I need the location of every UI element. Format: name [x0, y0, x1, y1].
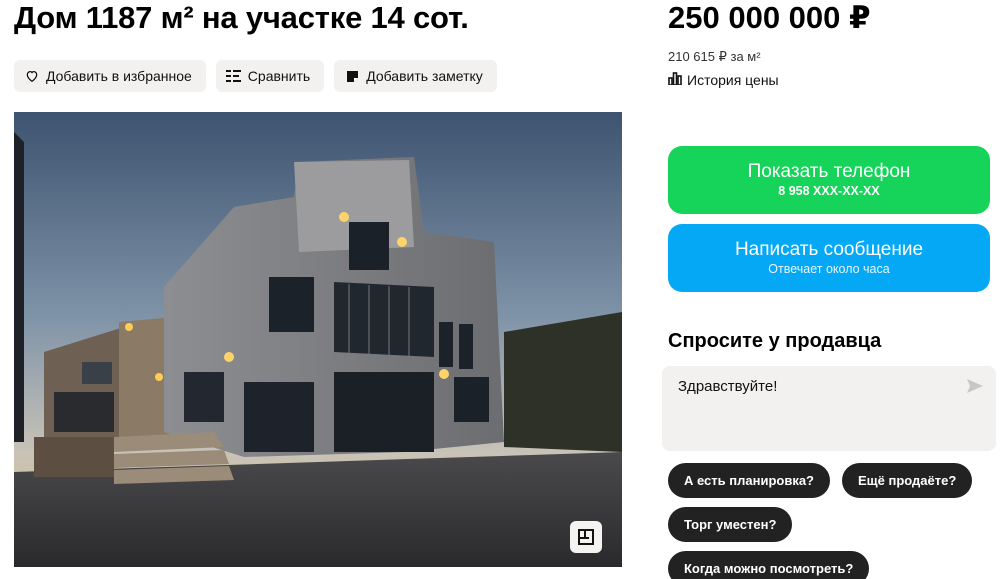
quick-reply-label: А есть планировка? [684, 473, 814, 488]
ask-seller-message-text: Здравствуйте! [678, 378, 778, 395]
price-history-label: История цены [687, 72, 779, 88]
add-to-favorites-label: Добавить в избранное [46, 68, 192, 84]
compare-button[interactable]: Сравнить [215, 60, 325, 92]
show-phone-button[interactable]: Показать телефон 8 958 XXX-XX-XX [668, 146, 990, 214]
listing-page: Дом 1187 м² на участке 14 сот. Добавить … [0, 0, 1001, 579]
add-note-button[interactable]: Добавить заметку [334, 60, 497, 92]
write-message-button[interactable]: Написать сообщение Отвечает около часа [668, 224, 990, 292]
phone-masked: 8 958 XXX-XX-XX [778, 184, 880, 198]
compare-label: Сравнить [247, 68, 311, 84]
price-per-m2: 210 615 ₽ за м² [668, 49, 761, 64]
listing-title: Дом 1187 м² на участке 14 сот. [14, 0, 469, 35]
listing-photo[interactable] [14, 112, 622, 567]
quick-reply-label: Торг уместен? [684, 517, 777, 532]
add-to-favorites-button[interactable]: Добавить в избранное [14, 60, 206, 92]
quick-reply-label: Ещё продаёте? [858, 473, 957, 488]
quick-reply-chip[interactable]: Ещё продаёте? [842, 463, 973, 498]
quick-reply-chip[interactable]: Когда можно посмотреть? [668, 551, 870, 579]
heart-icon [24, 68, 40, 84]
send-icon[interactable] [966, 378, 984, 399]
write-message-label: Написать сообщение [734, 239, 924, 260]
note-icon [344, 68, 360, 84]
add-note-label: Добавить заметку [366, 68, 483, 84]
compare-icon [226, 68, 242, 84]
ask-seller-title: Спросите у продавца [668, 330, 882, 352]
listing-price: 250 000 000 ₽ [668, 0, 871, 35]
floorplan-button[interactable] [570, 521, 602, 553]
ask-seller-message-field[interactable]: Здравствуйте! [662, 366, 996, 451]
show-phone-label: Показать телефон [747, 161, 911, 182]
price-history-link[interactable]: История цены [668, 72, 779, 88]
floorplan-icon [577, 528, 595, 546]
listing-actions: Добавить в избранное Сравнить Добавить з… [14, 60, 497, 92]
quick-reply-chip[interactable]: А есть планировка? [668, 463, 830, 498]
response-time: Отвечает около часа [768, 262, 890, 276]
bar-chart-icon [668, 72, 682, 88]
quick-reply-label: Когда можно посмотреть? [684, 561, 854, 576]
quick-reply-chip[interactable]: Торг уместен? [668, 507, 793, 542]
